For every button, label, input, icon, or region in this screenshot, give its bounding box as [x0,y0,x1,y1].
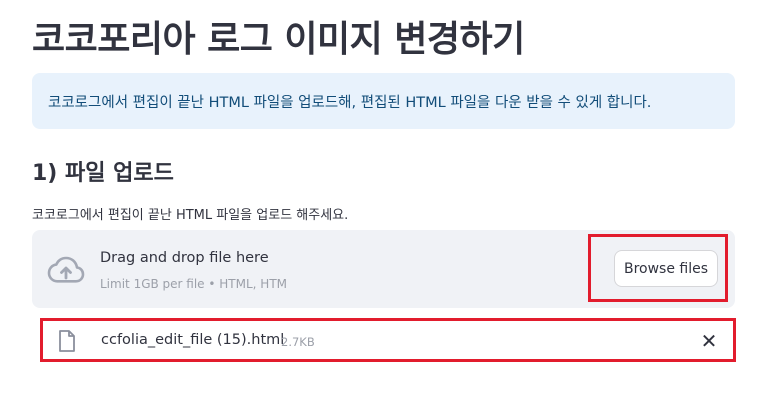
close-icon: ✕ [700,329,718,353]
browse-files-button[interactable]: Browse files [614,250,718,287]
section-heading-upload: 1) 파일 업로드 [32,161,174,186]
dropzone-limit-hint: Limit 1GB per file • HTML, HTM [100,277,288,291]
uploaded-file-item: ccfolia_edit_file (15).html 2.7KB ✕ [40,318,736,362]
dropzone-instructions: Drag and drop file here [100,250,269,266]
file-dropzone[interactable]: Drag and drop file here Limit 1GB per fi… [32,230,735,308]
uploaded-file-name: ccfolia_edit_file (15).html [101,332,285,348]
remove-file-button[interactable]: ✕ [697,329,721,353]
info-alert: 코코로그에서 편집이 끝난 HTML 파일을 업로드해, 편집된 HTML 파일… [32,73,735,129]
info-alert-text: 코코로그에서 편집이 끝난 HTML 파일을 업로드해, 편집된 HTML 파일… [48,94,652,111]
uploaded-file-size: 2.7KB [281,335,315,349]
file-icon [59,330,75,352]
file-uploader-label: 코코로그에서 편집이 끝난 HTML 파일을 업로드 해주세요. [32,208,349,223]
cloud-upload-icon [47,256,85,283]
page-title: 코코포리아 로그 이미지 변경하기 [32,19,525,60]
